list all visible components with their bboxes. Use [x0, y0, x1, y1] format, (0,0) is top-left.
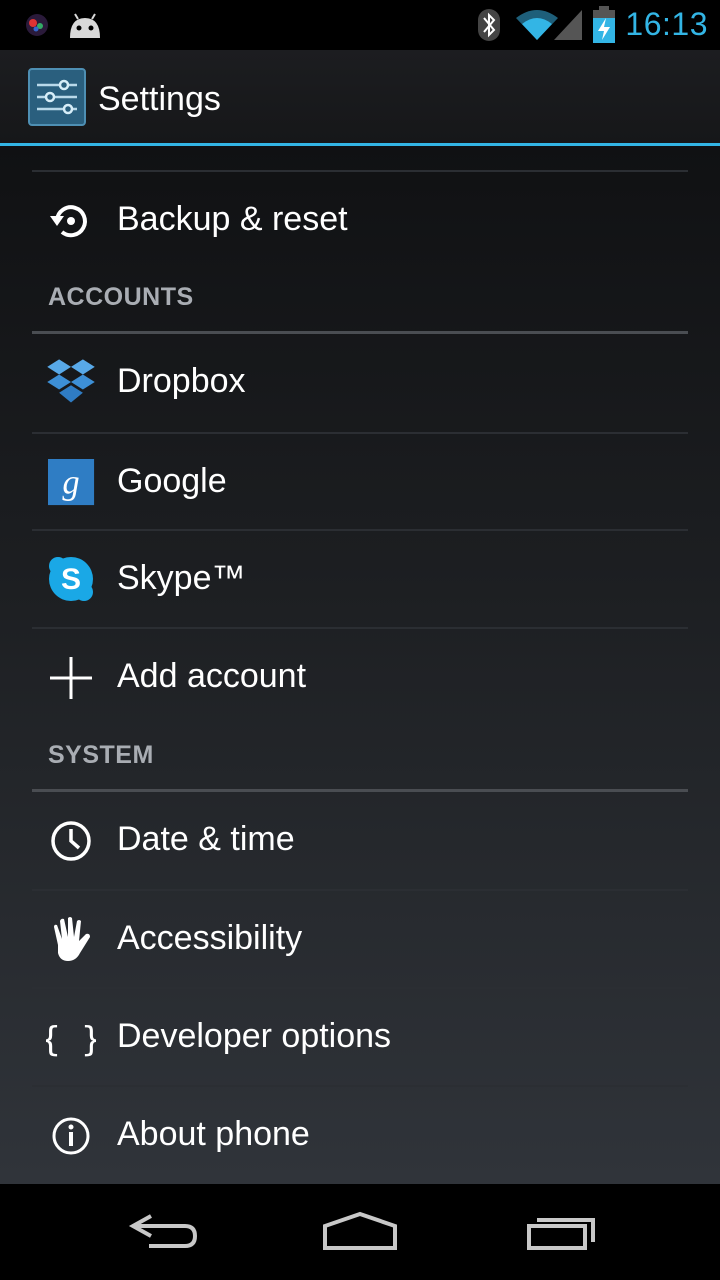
bluetooth-icon — [478, 9, 500, 41]
plus-icon — [50, 657, 92, 699]
section-header-accounts: ACCOUNTS — [32, 271, 688, 334]
add-account-button[interactable]: Add account — [32, 627, 688, 726]
notification-app-icon — [26, 14, 48, 36]
list-item-label: Backup & reset — [117, 200, 348, 238]
section-header-label: ACCOUNTS — [48, 283, 194, 311]
list-item-developer-options[interactable]: { } Developer options — [32, 987, 688, 1086]
navigation-bar — [0, 1184, 720, 1280]
list-item-date-time[interactable]: Date & time — [32, 792, 688, 889]
list-item-label: Skype™ — [117, 559, 246, 597]
status-time: 16:13 — [625, 6, 708, 42]
page-title: Settings — [98, 80, 221, 118]
list-item-dropbox[interactable]: Dropbox — [32, 334, 688, 431]
list-item-label: About phone — [117, 1115, 310, 1153]
battery-charging-icon — [593, 6, 615, 43]
list-item-label: Developer options — [117, 1017, 392, 1055]
list-item-label: Date & time — [117, 820, 295, 858]
skype-icon: S — [49, 557, 93, 601]
backup-reset-icon — [50, 205, 87, 238]
section-header-system: SYSTEM — [32, 729, 688, 792]
settings-list[interactable]: Backup & reset ACCOUNTS Dropbox g Google… — [0, 146, 720, 1184]
list-item-skype[interactable]: S Skype™ — [32, 529, 688, 628]
svg-text:g: g — [62, 464, 79, 502]
android-icon — [70, 13, 100, 38]
list-item-google[interactable]: g Google — [32, 432, 688, 531]
home-icon[interactable] — [305, 1202, 415, 1266]
list-item-label: Dropbox — [117, 362, 246, 400]
settings-sliders-icon[interactable] — [28, 68, 86, 126]
list-item-accessibility[interactable]: Accessibility — [32, 889, 688, 988]
list-item-backup-reset[interactable]: Backup & reset — [32, 170, 688, 269]
svg-text:S: S — [61, 563, 81, 596]
recents-icon[interactable] — [507, 1202, 617, 1266]
braces-icon: { } — [46, 1020, 96, 1060]
action-bar: Settings — [0, 50, 720, 146]
info-icon — [52, 1117, 90, 1155]
svg-text:{ }: { } — [46, 1020, 96, 1060]
list-item-label: Accessibility — [117, 919, 303, 957]
clock-icon — [51, 821, 91, 861]
cell-signal-icon — [554, 10, 582, 40]
list-item-label: Add account — [117, 657, 307, 695]
hand-icon — [54, 917, 90, 961]
dropbox-icon — [47, 359, 95, 403]
status-bar: 16:13 — [0, 0, 720, 50]
back-icon[interactable] — [105, 1202, 215, 1266]
section-header-label: SYSTEM — [48, 741, 154, 769]
google-icon: g — [48, 459, 95, 506]
list-item-about-phone[interactable]: About phone — [32, 1085, 688, 1184]
list-item-label: Google — [117, 462, 227, 500]
